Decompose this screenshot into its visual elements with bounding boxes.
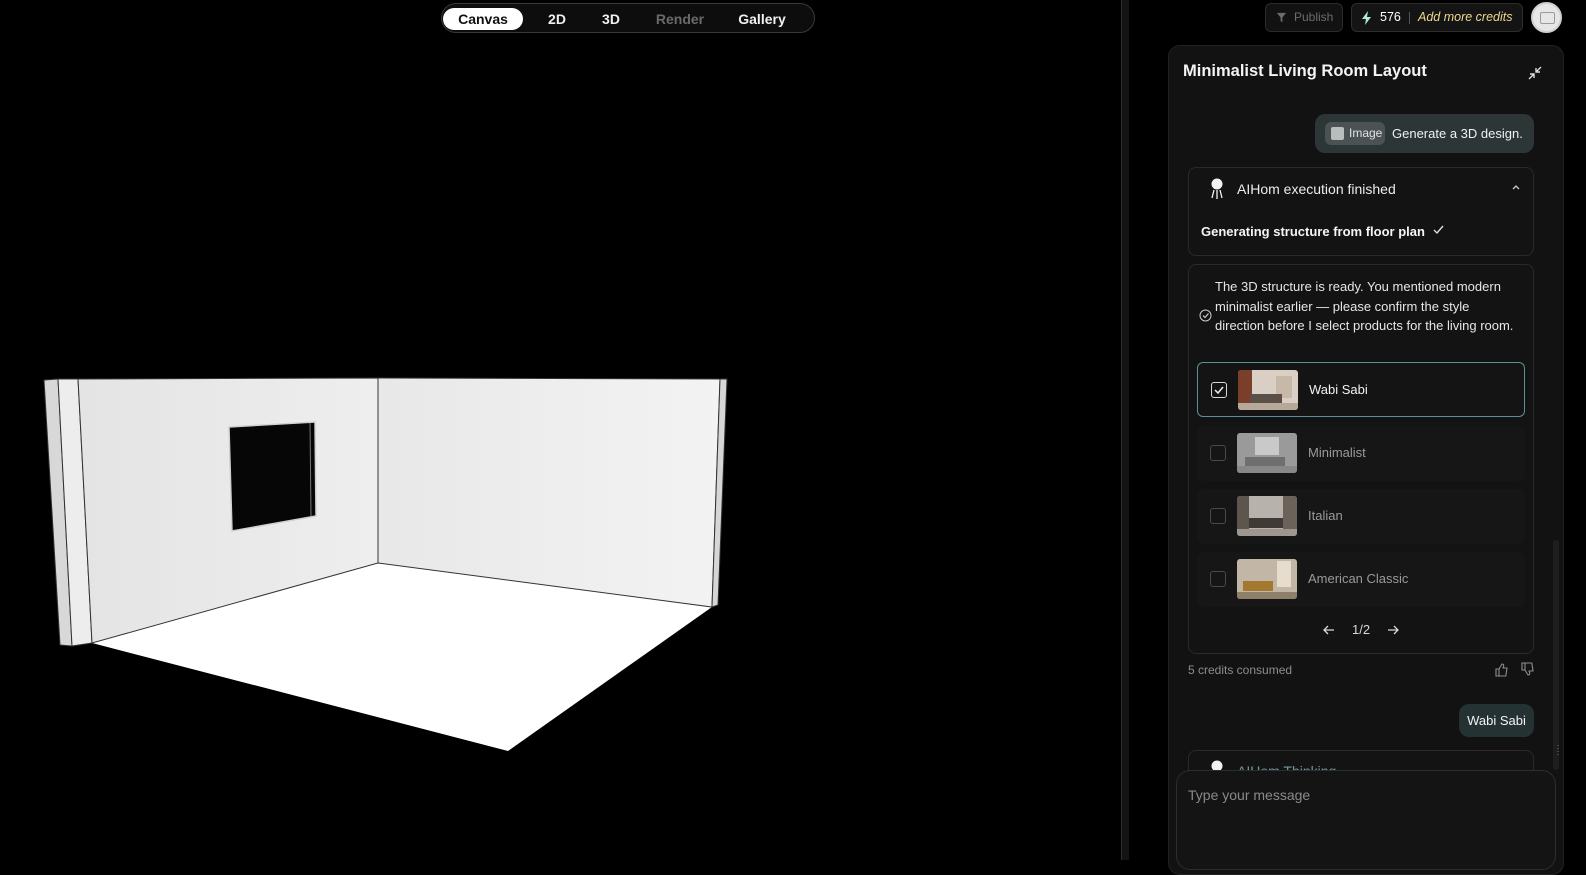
tab-canvas[interactable]: Canvas	[443, 8, 523, 30]
option-checkbox[interactable]	[1211, 382, 1227, 398]
credits-count: 576	[1380, 10, 1401, 24]
check-icon	[1433, 225, 1444, 235]
user-reply-bubble: Wabi Sabi	[1459, 704, 1534, 737]
image-icon	[1331, 127, 1344, 140]
execution-status-text: AIHom execution finished	[1237, 181, 1396, 197]
options-pager: 1/2	[1320, 620, 1400, 640]
style-option-italian[interactable]: Italian	[1197, 489, 1525, 544]
italian-thumbnail	[1237, 496, 1297, 536]
style-confirmation-card: The 3D structure is ready. You mentioned…	[1188, 264, 1534, 654]
panel-resize-divider[interactable]	[1121, 0, 1129, 860]
image-attachment-chip[interactable]: Image	[1325, 122, 1385, 145]
execution-status-card: AIHom execution finished Generating stru…	[1188, 167, 1534, 256]
publish-label: Publish	[1294, 10, 1334, 24]
user-message-bubble: Image Generate a 3D design.	[1315, 114, 1534, 153]
wabi-sabi-thumbnail	[1238, 370, 1298, 410]
arrow-right-icon[interactable]	[1386, 623, 1400, 637]
publish-button[interactable]: Publish	[1265, 3, 1343, 32]
page-indicator: 1/2	[1352, 622, 1371, 637]
view-mode-tabs: Canvas 2D 3D Render Gallery	[441, 3, 815, 33]
option-checkbox[interactable]	[1210, 508, 1226, 524]
option-label: American Classic	[1308, 571, 1409, 586]
option-label: Minimalist	[1308, 445, 1366, 460]
checkmark-icon	[1214, 386, 1224, 395]
attachment-label: Image	[1349, 126, 1383, 140]
american-classic-thumbnail	[1237, 559, 1297, 599]
chevron-up-icon[interactable]	[1511, 182, 1521, 192]
tab-render[interactable]: Render	[646, 8, 714, 30]
message-input-placeholder: Type your message	[1188, 787, 1311, 803]
divider	[1409, 12, 1410, 24]
collapse-icon[interactable]	[1527, 65, 1543, 81]
thumbs-up-icon[interactable]	[1494, 662, 1509, 677]
tab-gallery[interactable]: Gallery	[729, 8, 795, 30]
style-option-wabi-sabi[interactable]: Wabi Sabi	[1197, 362, 1525, 417]
avatar[interactable]	[1531, 2, 1562, 33]
style-option-minimalist[interactable]: Minimalist	[1197, 426, 1525, 481]
add-credits-link[interactable]: Add more credits	[1418, 4, 1512, 31]
tab-3d[interactable]: 3D	[591, 8, 631, 30]
message-input[interactable]: Type your message	[1176, 770, 1556, 870]
assistant-bot-icon	[1211, 178, 1223, 199]
minimalist-thumbnail	[1237, 433, 1297, 473]
confirmation-message: The 3D structure is ready. You mentioned…	[1215, 279, 1514, 333]
filter-icon	[1276, 12, 1287, 23]
option-label: Italian	[1308, 508, 1343, 523]
credits-consumed-text: 5 credits consumed	[1188, 663, 1293, 677]
option-checkbox[interactable]	[1210, 445, 1226, 461]
credits-widget: 576 Add more credits	[1351, 3, 1523, 32]
tab-2d[interactable]: 2D	[537, 8, 577, 30]
room-3d-viewport[interactable]	[0, 0, 1120, 860]
user-message-text: Generate a 3D design.	[1392, 126, 1523, 141]
arrow-left-icon[interactable]	[1322, 623, 1336, 637]
thumbs-down-icon[interactable]	[1520, 662, 1535, 677]
execution-step-text: Generating structure from floor plan	[1201, 224, 1425, 239]
chat-title: Minimalist Living Room Layout	[1183, 62, 1427, 80]
drag-handle-icon[interactable]	[1556, 744, 1560, 758]
option-label: Wabi Sabi	[1309, 382, 1368, 397]
check-circle-icon	[1199, 309, 1212, 322]
chat-scrollbar[interactable]	[1553, 540, 1559, 770]
option-checkbox[interactable]	[1210, 571, 1226, 587]
style-option-american-classic[interactable]: American Classic	[1197, 552, 1525, 607]
lightning-icon	[1362, 11, 1371, 25]
window	[228, 421, 317, 532]
